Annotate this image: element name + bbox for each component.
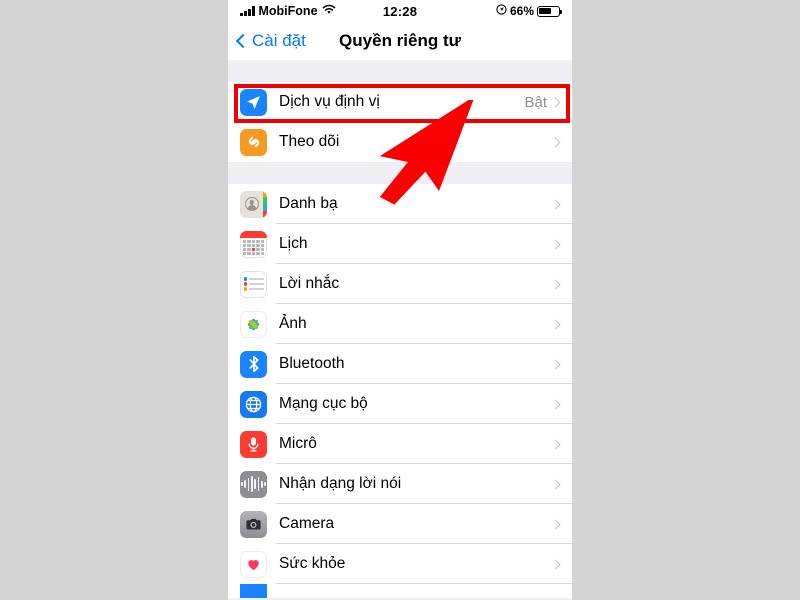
photos-icon [240,310,267,338]
navigation-bar: Cài đặt Quyền riêng tư [228,22,572,60]
settings-row-reminders[interactable]: Lời nhắc [228,264,572,304]
chevron-right-icon [550,359,561,369]
settings-row-bluetooth[interactable]: Bluetooth [228,344,572,384]
chevron-right-icon [550,199,561,209]
chevron-right-icon [550,479,561,489]
speech-recognition-icon [240,470,267,498]
settings-row-speech-recognition[interactable]: Nhận dạng lời nói [228,464,572,504]
settings-list[interactable]: Dịch vụ định vị Bật Theo dõi Danh bạ Lịc… [228,60,572,600]
settings-row-label: Bluetooth [279,355,345,372]
chevron-right-icon [550,137,561,147]
calendar-icon [240,230,267,258]
settings-row-calendar[interactable]: Lịch [228,224,572,264]
settings-row-contacts[interactable]: Danh bạ [228,184,572,224]
settings-row-label: Micrô [279,435,317,452]
settings-row-value: Bật [524,93,547,111]
tracking-icon [240,128,267,156]
status-bar-left: MobiFone [240,4,336,18]
partial-app-icon [240,584,267,598]
section-spacer-middle [228,162,572,184]
health-icon [240,550,267,578]
chevron-right-icon [550,439,561,449]
battery-icon [537,5,563,17]
settings-row-label: Dịch vụ định vị [279,93,380,110]
chevron-right-icon [550,97,561,107]
settings-row-partial-next[interactable] [228,584,572,598]
reminders-icon [240,270,267,298]
local-network-icon [240,390,267,418]
chevron-right-icon [550,279,561,289]
settings-row-label: Lời nhắc [279,275,340,292]
contacts-icon [240,190,267,218]
settings-row-label: Ảnh [279,315,307,332]
wifi-icon [322,4,336,18]
bluetooth-icon [240,350,267,378]
settings-row-label: Camera [279,515,335,532]
chevron-right-icon [550,559,561,569]
chevron-right-icon [550,319,561,329]
phone-screen: MobiFone 12:28 66% Cài đặt Quyền riêng t… [228,0,572,600]
settings-row-camera[interactable]: Camera [228,504,572,544]
settings-row-location-services[interactable]: Dịch vụ định vị Bật [228,82,572,122]
location-services-icon [240,88,267,116]
settings-row-microphone[interactable]: Micrô [228,424,572,464]
settings-row-label: Danh bạ [279,195,338,212]
location-arrow-indicator-icon [496,4,507,18]
settings-group-apps: Danh bạ Lịch Lời nhắc Ảnh Bluetooth Mạng… [228,184,572,598]
microphone-icon [240,430,267,458]
carrier-label: MobiFone [258,4,318,18]
settings-row-label: Lịch [279,235,308,252]
settings-row-label: Sức khỏe [279,555,346,572]
back-button-label: Cài đặt [252,31,306,50]
settings-row-health[interactable]: Sức khỏe [228,544,572,584]
settings-row-label: Mạng cục bộ [279,395,368,412]
battery-percent-label: 66% [509,4,534,18]
section-spacer-top [228,60,572,82]
settings-row-tracking[interactable]: Theo dõi [228,122,572,162]
chevron-right-icon [550,399,561,409]
chevron-right-icon [550,519,561,529]
chevron-left-icon [235,33,251,49]
settings-row-local-network[interactable]: Mạng cục bộ [228,384,572,424]
status-bar-right: 66% [496,4,563,18]
settings-group-location: Dịch vụ định vị Bật Theo dõi [228,82,572,162]
settings-row-label: Nhận dạng lời nói [279,475,402,492]
settings-row-photos[interactable]: Ảnh [228,304,572,344]
settings-row-label: Theo dõi [279,133,340,150]
signal-bars-icon [240,6,255,16]
back-button[interactable]: Cài đặt [235,31,306,51]
camera-icon [240,510,267,538]
status-bar: MobiFone 12:28 66% [228,0,572,22]
chevron-right-icon [550,239,561,249]
